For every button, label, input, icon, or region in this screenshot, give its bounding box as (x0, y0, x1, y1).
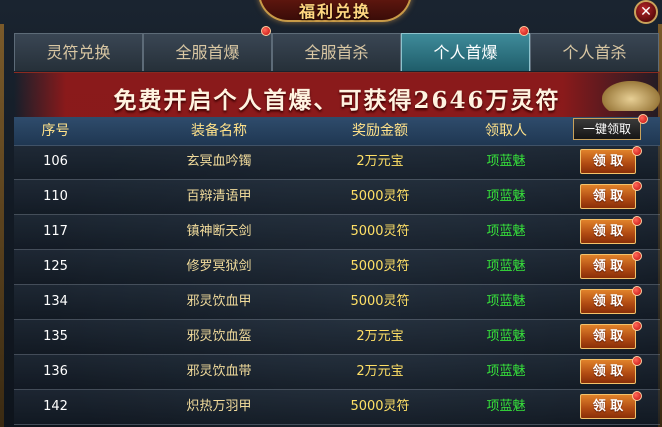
tab-label: 灵符兑换 (46, 43, 111, 62)
row-id: 135 (43, 329, 68, 344)
row-receiver: 项蓝魅 (486, 364, 526, 379)
row-reward: 2万元宝 (356, 364, 404, 379)
claim-button[interactable]: 领 取 (580, 146, 642, 174)
claim-label: 领 取 (592, 154, 624, 169)
row-reward: 2万元宝 (356, 329, 404, 344)
notification-dot-icon (632, 356, 642, 366)
row-reward: 2万元宝 (356, 154, 404, 169)
window-title-plate: 福利兑换 (258, 0, 412, 22)
claim-button[interactable]: 领 取 (580, 356, 642, 384)
claim-label: 领 取 (592, 364, 624, 379)
row-receiver: 项蓝魅 (486, 399, 526, 414)
row-equipment-name: 邪灵饮血带 (186, 364, 252, 379)
tab-server-first-kill[interactable]: 全服首杀 (272, 33, 401, 71)
row-reward: 5000灵符 (350, 399, 410, 414)
row-receiver: 项蓝魅 (486, 224, 526, 239)
tab-personal-first-drop[interactable]: 个人首爆 (401, 26, 530, 71)
claim-button[interactable]: 领 取 (580, 321, 642, 349)
row-receiver: 项蓝魅 (486, 294, 526, 309)
notification-dot-icon (632, 321, 642, 331)
notification-dot-icon (632, 216, 642, 226)
claim-label: 领 取 (592, 294, 624, 309)
tab-server-first-drop[interactable]: 全服首爆 (143, 26, 272, 71)
claim-button[interactable]: 领 取 (580, 391, 642, 419)
tab-lingfu-exchange[interactable]: 灵符兑换 (14, 33, 143, 71)
table-row: 142 炽热万羽甲 5000灵符 项蓝魅 领 取 (14, 390, 660, 425)
one-key-claim-button[interactable]: 一键领取 (573, 118, 641, 140)
row-equipment-name: 镇神断天剑 (186, 224, 252, 239)
banner-text: 免费开启个人首爆、可获得2646万灵符 (113, 87, 561, 114)
row-id: 142 (43, 399, 68, 414)
row-id: 125 (43, 259, 68, 274)
notification-dot-icon (632, 286, 642, 296)
row-receiver: 项蓝魅 (486, 259, 526, 274)
claim-button[interactable]: 领 取 (580, 286, 642, 314)
tab-label: 个人首爆 (433, 43, 498, 62)
row-receiver: 项蓝魅 (486, 154, 526, 169)
row-id: 136 (43, 364, 68, 379)
gold-ingot-icon (602, 81, 660, 111)
close-icon: ✕ (640, 4, 652, 20)
row-reward: 5000灵符 (350, 224, 410, 239)
claim-label: 领 取 (592, 329, 624, 344)
notification-dot-icon (632, 181, 642, 191)
notification-dot-icon (632, 251, 642, 261)
row-id: 110 (43, 189, 68, 204)
table-header: 序号 装备名称 奖励金额 领取人 (14, 117, 660, 146)
table-row: 106 玄冥血吟镯 2万元宝 项蓝魅 领 取 (14, 145, 660, 180)
reward-list: 106 玄冥血吟镯 2万元宝 项蓝魅 领 取 110 百辩清语甲 5000灵符 … (14, 145, 660, 425)
row-equipment-name: 修罗冥狱剑 (186, 259, 252, 274)
tab-label: 全服首爆 (175, 43, 240, 62)
claim-button[interactable]: 领 取 (580, 181, 642, 209)
claim-button[interactable]: 领 取 (580, 216, 642, 244)
notification-dot-icon (632, 391, 642, 401)
tab-bar: 灵符兑换 全服首爆 全服首杀 个人首爆 个人首杀 (14, 26, 660, 71)
row-equipment-name: 百辩清语甲 (186, 189, 252, 204)
header-reward: 奖励金额 (352, 123, 408, 139)
header-receiver: 领取人 (485, 123, 527, 139)
claim-label: 领 取 (592, 189, 624, 204)
claim-label: 领 取 (592, 224, 624, 239)
notification-dot-icon (638, 114, 648, 124)
promo-banner: 免费开启个人首爆、可获得2646万灵符 (14, 72, 660, 118)
row-reward: 5000灵符 (350, 294, 410, 309)
table-row: 136 邪灵饮血带 2万元宝 项蓝魅 领 取 (14, 355, 660, 390)
notification-dot-icon (632, 146, 642, 156)
claim-label: 领 取 (592, 399, 624, 414)
claim-label: 领 取 (592, 259, 624, 274)
table-row: 134 邪灵饮血甲 5000灵符 项蓝魅 领 取 (14, 285, 660, 320)
row-id: 117 (43, 224, 68, 239)
row-id: 106 (43, 154, 68, 169)
window-title: 福利兑换 (298, 2, 371, 21)
tab-personal-first-kill[interactable]: 个人首杀 (530, 33, 659, 71)
row-id: 134 (43, 294, 68, 309)
table-row: 110 百辩清语甲 5000灵符 项蓝魅 领 取 (14, 180, 660, 215)
row-receiver: 项蓝魅 (486, 329, 526, 344)
claim-button[interactable]: 领 取 (580, 251, 642, 279)
tab-label: 个人首杀 (562, 43, 627, 62)
row-reward: 5000灵符 (350, 189, 410, 204)
row-equipment-name: 邪灵饮血盔 (186, 329, 252, 344)
table-row: 117 镇神断天剑 5000灵符 项蓝魅 领 取 (14, 215, 660, 250)
tab-label: 全服首杀 (304, 43, 369, 62)
notification-dot-icon (519, 26, 529, 36)
row-equipment-name: 邪灵饮血甲 (186, 294, 252, 309)
row-receiver: 项蓝魅 (486, 189, 526, 204)
table-row: 135 邪灵饮血盔 2万元宝 项蓝魅 领 取 (14, 320, 660, 355)
header-name: 装备名称 (191, 123, 247, 139)
notification-dot-icon (261, 26, 271, 36)
close-button[interactable]: ✕ (634, 0, 658, 24)
header-id: 序号 (41, 123, 70, 139)
row-equipment-name: 炽热万羽甲 (186, 399, 252, 414)
table-row: 125 修罗冥狱剑 5000灵符 项蓝魅 领 取 (14, 250, 660, 285)
row-reward: 5000灵符 (350, 259, 410, 274)
window-left-border (0, 24, 4, 427)
row-equipment-name: 玄冥血吟镯 (186, 154, 252, 169)
